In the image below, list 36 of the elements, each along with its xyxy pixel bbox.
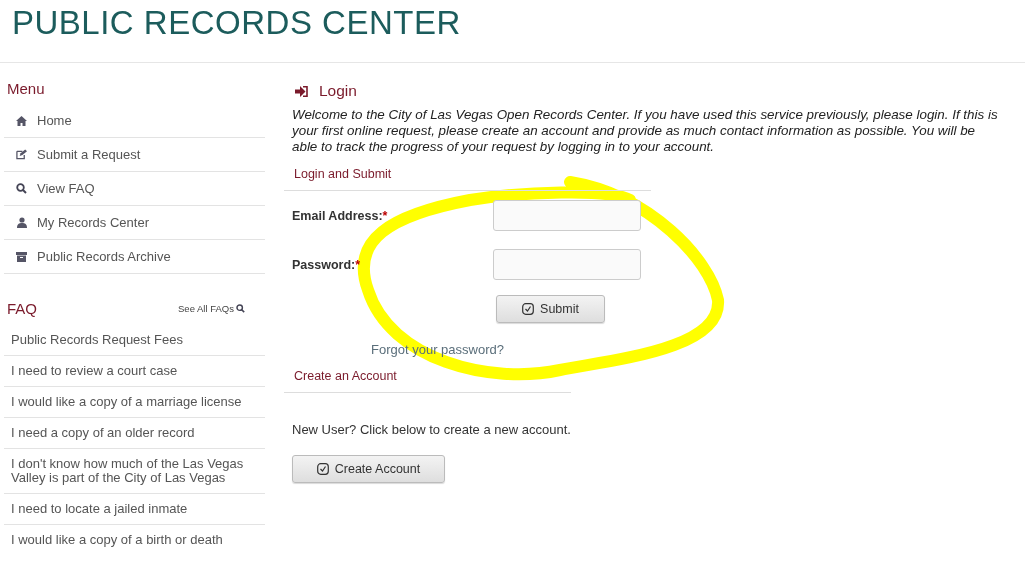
menu-link[interactable]: My Records Center	[37, 215, 149, 230]
faq-link[interactable]: I need to review a court case	[11, 364, 257, 378]
menu-heading: Menu	[7, 80, 45, 97]
faq-link[interactable]: I would like a copy of a marriage license	[11, 395, 257, 409]
see-all-faqs-link[interactable]: See All FAQs	[178, 303, 245, 314]
edit-icon	[16, 149, 27, 160]
faq-link[interactable]: I don't know how much of the Las Vegas Valley is part of the City of Las Vegas	[11, 457, 257, 485]
menu-link[interactable]: Public Records Archive	[37, 249, 171, 264]
check-icon	[522, 303, 535, 315]
faq-link[interactable]: Public Records Request Fees	[11, 333, 257, 347]
email-field[interactable]	[493, 200, 641, 231]
home-icon	[16, 115, 27, 126]
welcome-text: Welcome to the City of Las Vegas Open Records Center. If you have used this service previously, please login. If this is your first online request, please create an account and provide as much contact information as possible. You will be able to track the progress of your request by logging in to your account.	[292, 107, 999, 155]
archive-icon	[16, 251, 27, 262]
section-heading: Login and Submit	[294, 167, 392, 181]
user-icon	[16, 217, 27, 228]
menu-link[interactable]: Submit a Request	[37, 147, 141, 162]
page-title: PUBLIC RECORDS CENTER	[12, 4, 461, 42]
field-label: Password:*	[292, 258, 361, 272]
password-field[interactable]	[493, 249, 641, 280]
faq-link[interactable]: I need to locate a jailed inmate	[11, 502, 257, 516]
search-icon	[236, 304, 245, 313]
menu-link[interactable]: Home	[37, 113, 72, 128]
create-account-button[interactable]: Create Account	[292, 455, 445, 483]
faq-link[interactable]: I would like a copy of a birth or death	[11, 533, 257, 547]
search-icon	[16, 183, 27, 194]
faq-heading: FAQ	[7, 300, 37, 317]
field-label: Email Address:*	[292, 209, 388, 223]
login-heading: Login	[319, 82, 357, 100]
check-icon	[316, 463, 329, 475]
login-icon	[295, 85, 308, 97]
menu-link[interactable]: View FAQ	[37, 181, 95, 196]
submit-button[interactable]: Submit	[496, 295, 605, 323]
new-user-text: New User? Click below to create a new account.	[292, 422, 572, 437]
section-heading: Create an Account	[294, 369, 397, 383]
faq-link[interactable]: I need a copy of an older record	[11, 426, 257, 440]
